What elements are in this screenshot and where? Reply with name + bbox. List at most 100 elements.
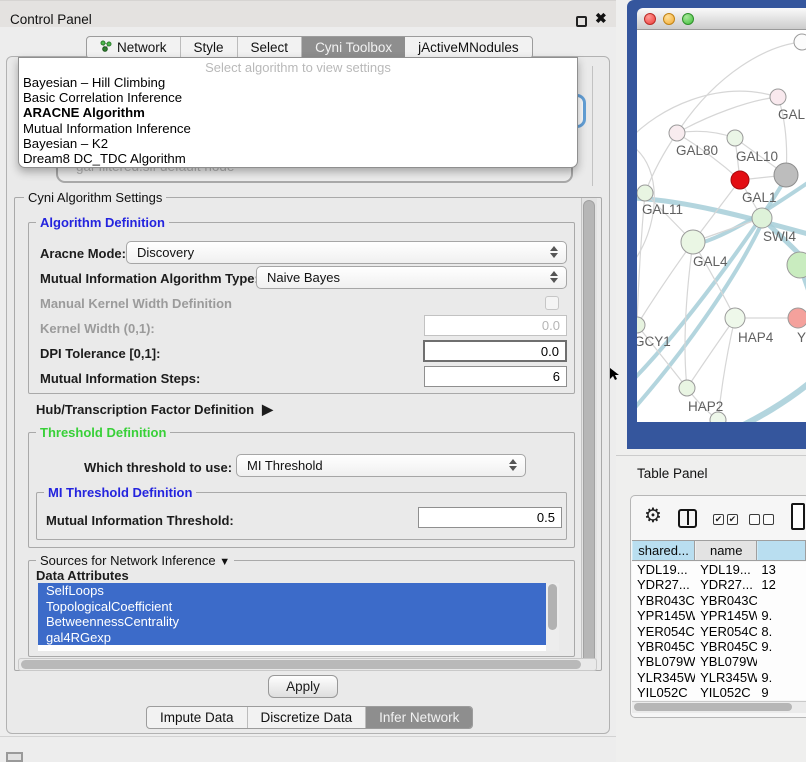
table-row[interactable]: YER054CYER054C8. bbox=[632, 624, 806, 639]
kernel-width-label: Kernel Width (0,1): bbox=[40, 321, 155, 336]
tab-network[interactable]: Network bbox=[87, 37, 181, 58]
mi-threshold-field[interactable] bbox=[418, 507, 562, 528]
column-header-shared[interactable]: shared... bbox=[632, 541, 695, 560]
dropdown-item-basic-correlation-inference[interactable]: Basic Correlation Inference bbox=[19, 90, 577, 105]
network-node-hap4[interactable] bbox=[725, 308, 745, 328]
column-header-name[interactable]: name bbox=[695, 541, 757, 560]
close-icon[interactable]: ✖ bbox=[595, 10, 607, 27]
float-icon[interactable] bbox=[576, 16, 587, 27]
network-node[interactable] bbox=[794, 34, 806, 50]
checked-column-icon[interactable]: ✔ bbox=[713, 514, 724, 525]
algorithm-dropdown-popup: Select algorithm to view settings Bayesi… bbox=[18, 57, 578, 168]
network-node-gal80[interactable] bbox=[669, 125, 685, 141]
hub-definition-expander[interactable]: Hub/Transcription Factor Definition▶ bbox=[36, 401, 273, 418]
data-attributes-list[interactable]: SelfLoopsTopologicalCoefficientBetweenne… bbox=[38, 583, 559, 651]
settings-vertical-scrollbar-thumb[interactable] bbox=[583, 200, 595, 666]
network-edge-highlighted[interactable] bbox=[733, 380, 806, 422]
dropdown-item-aracne-algorithm[interactable]: ARACNE Algorithm bbox=[19, 105, 577, 120]
dropdown-item-mutual-information-inference[interactable]: Mutual Information Inference bbox=[19, 121, 577, 136]
table-row[interactable]: YPR145WYPR145W9. bbox=[632, 608, 806, 623]
zoom-traffic-light-icon[interactable] bbox=[682, 13, 694, 25]
dpi-tolerance-field[interactable] bbox=[423, 340, 567, 362]
unchecked-column-icon[interactable] bbox=[749, 514, 760, 525]
table-cell: YBR045C bbox=[695, 639, 757, 654]
table-row[interactable]: YDR27...YDR27...12 bbox=[632, 577, 806, 592]
attribute-item-selfloops[interactable]: SelfLoops bbox=[38, 583, 546, 599]
table-row[interactable]: YBL079WYBL079W bbox=[632, 654, 806, 669]
network-edge[interactable] bbox=[637, 91, 778, 138]
network-node-gal[interactable] bbox=[770, 89, 786, 105]
network-node-hap2[interactable] bbox=[679, 380, 695, 396]
mi-threshold-title: MI Threshold Definition bbox=[44, 485, 196, 500]
expand-right-icon: ▶ bbox=[262, 401, 273, 417]
panel-divider bbox=[0, 736, 616, 737]
aracne-mode-select[interactable]: Discovery bbox=[126, 241, 567, 264]
checked-column-icon[interactable]: ✔ bbox=[727, 514, 738, 525]
network-edge[interactable] bbox=[645, 133, 677, 193]
tab-infer-network[interactable]: Infer Network bbox=[366, 707, 472, 728]
network-node[interactable] bbox=[787, 252, 806, 278]
tab-discretize-data[interactable]: Discretize Data bbox=[248, 707, 367, 728]
which-threshold-select[interactable]: MI Threshold bbox=[236, 454, 526, 477]
network-node-gcy1[interactable] bbox=[637, 317, 645, 333]
network-edge[interactable] bbox=[637, 242, 693, 325]
dropdown-item-bayesian-hill-climbing[interactable]: Bayesian – Hill Climbing bbox=[19, 75, 577, 90]
attribute-item-betweennesscentrality[interactable]: BetweennessCentrality bbox=[38, 614, 546, 630]
tab-impute-data[interactable]: Impute Data bbox=[147, 707, 248, 728]
tab-style[interactable]: Style bbox=[181, 37, 238, 58]
apply-button[interactable]: Apply bbox=[268, 675, 338, 698]
manual-kernel-checkbox[interactable] bbox=[545, 296, 559, 310]
minimized-panel-icon[interactable] bbox=[6, 752, 23, 762]
network-node-y[interactable] bbox=[788, 308, 806, 328]
kernel-width-field[interactable] bbox=[424, 315, 567, 336]
column-header-2[interactable] bbox=[757, 541, 806, 560]
network-node-gal1[interactable] bbox=[731, 171, 749, 189]
table-row[interactable]: YLR345WYLR345W9. bbox=[632, 670, 806, 685]
network-node[interactable] bbox=[774, 163, 798, 187]
tab-jactivemnodules[interactable]: jActiveMNodules bbox=[405, 37, 532, 58]
network-node-swi4[interactable] bbox=[752, 208, 772, 228]
table-cell: YBR043C bbox=[632, 593, 695, 608]
table-row[interactable]: YIL052CYIL052C9 bbox=[632, 685, 806, 700]
dropdown-item-bayesian-k2[interactable]: Bayesian – K2 bbox=[19, 136, 577, 151]
control-panel-titlebar: Control Panel ✖ bbox=[0, 0, 616, 27]
network-icon bbox=[100, 37, 112, 58]
table-cell: YPR145W bbox=[695, 608, 757, 623]
network-node-gal10[interactable] bbox=[727, 130, 743, 146]
attributes-scrollbar-thumb[interactable] bbox=[548, 584, 557, 630]
table-row[interactable]: YDL19...YDL19...13 bbox=[632, 562, 806, 577]
tab-cyni-toolbox[interactable]: Cyni Toolbox bbox=[302, 37, 405, 58]
page-icon[interactable] bbox=[791, 503, 805, 530]
table-cell: 9. bbox=[757, 670, 806, 685]
table-horizontal-scrollbar-thumb[interactable] bbox=[634, 703, 792, 711]
tab-select[interactable]: Select bbox=[238, 37, 303, 58]
node-label-gal4: GAL4 bbox=[693, 254, 728, 269]
dropdown-prompt: Select algorithm to view settings bbox=[19, 60, 577, 75]
unchecked-column-icon[interactable] bbox=[763, 514, 774, 525]
table-rows[interactable]: YDL19...YDL19...13YDR27...YDR27...12YBR0… bbox=[632, 562, 806, 700]
node-label-y: Y bbox=[797, 330, 806, 345]
algorithm-definition-title: Algorithm Definition bbox=[36, 215, 169, 230]
settings-horizontal-scrollbar-thumb[interactable] bbox=[21, 660, 581, 669]
table-row[interactable]: YBR045CYBR045C9. bbox=[632, 639, 806, 654]
close-traffic-light-icon[interactable] bbox=[644, 13, 656, 25]
node-label-gal80: GAL80 bbox=[676, 143, 718, 158]
network-node-gal11[interactable] bbox=[637, 185, 653, 201]
minimize-traffic-light-icon[interactable] bbox=[663, 13, 675, 25]
table-cell: YLR345W bbox=[695, 670, 757, 685]
table-row[interactable]: YBR043CYBR043C bbox=[632, 593, 806, 608]
gear-icon[interactable]: ⚙ bbox=[644, 506, 662, 526]
node-label-gal1: GAL1 bbox=[742, 190, 777, 205]
mi-type-select[interactable]: Naive Bayes bbox=[256, 266, 567, 289]
attribute-item-gal4rgexp[interactable]: gal4RGexp bbox=[38, 630, 546, 646]
dropdown-item-dream8-dc-tdc-algorithm[interactable]: Dream8 DC_TDC Algorithm bbox=[19, 151, 577, 166]
mi-steps-field[interactable] bbox=[424, 366, 567, 387]
network-edge[interactable] bbox=[677, 131, 735, 138]
network-view-canvas[interactable]: GALGAL80GAL10GAL1GAL11SWI4GAL4GCY1HAP4YH… bbox=[637, 30, 806, 422]
table-cell: YDR27... bbox=[632, 577, 695, 592]
sources-title[interactable]: Sources for Network Inference ▼ bbox=[36, 553, 234, 568]
network-edge[interactable] bbox=[677, 97, 778, 133]
column-browser-icon[interactable] bbox=[678, 509, 697, 528]
attribute-item-topologicalcoefficient[interactable]: TopologicalCoefficient bbox=[38, 599, 546, 615]
network-node-gal4[interactable] bbox=[681, 230, 705, 254]
